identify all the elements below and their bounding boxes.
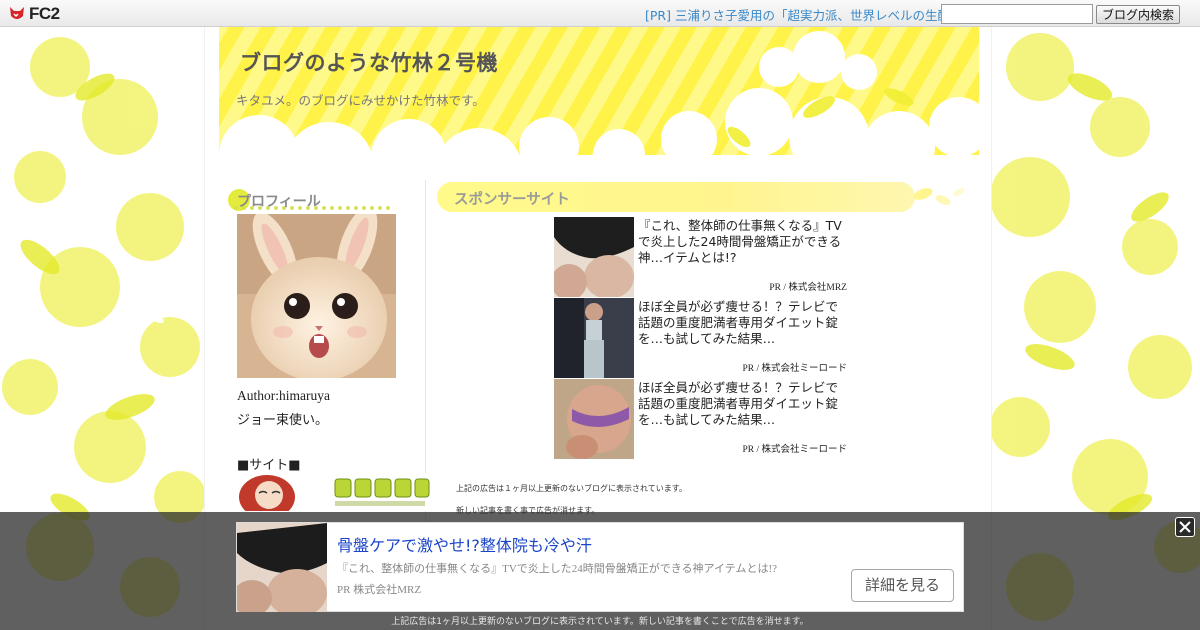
ad-source: PR / 株式会社MRZ	[769, 283, 847, 293]
close-button[interactable]	[1175, 517, 1195, 537]
main-content: スポンサーサイト 『これ、整体師の仕事無くなる』TVで炎上した24時間骨盤矯正が…	[437, 180, 967, 520]
leaf-decoration-icon	[913, 188, 965, 205]
blog-description: キタユメ。のブログにみせかけた竹林です。	[236, 93, 485, 108]
ad-source: PR / 株式会社ミーロード	[742, 364, 847, 374]
sponsor-ad[interactable]: ほぼ全員が必ず痩せる！？テレビで話題の重度肥満者専用ダイエット錠を…も試してみた…	[554, 379, 849, 460]
fc2-logo[interactable]: FC2	[8, 4, 60, 24]
overlay-ad-thumbnail[interactable]	[237, 523, 327, 612]
sponsor-heading-label: スポンサーサイト	[454, 192, 570, 208]
sponsor-heading: スポンサーサイト	[437, 182, 915, 212]
author-description: ジョー束使い。	[237, 413, 329, 428]
dotted-divider	[232, 206, 392, 210]
close-icon	[1179, 521, 1191, 533]
ad-thumbnail[interactable]	[554, 217, 634, 297]
site-heading: ■サイト■	[237, 458, 301, 473]
sponsor-ad[interactable]: ほぼ全員が必ず痩せる！？テレビで話題の重度肥満者専用ダイエット錠を…も試してみた…	[554, 298, 849, 379]
ad-title[interactable]: 『これ、整体師の仕事無くなる』TVで炎上した24時間骨盤矯正ができる神…イテムと…	[638, 218, 848, 266]
blog-search-input[interactable]	[941, 4, 1093, 24]
ad-notice: 上記の広告は１ヶ月以上更新のないブログに表示されています。	[456, 484, 687, 493]
ad-source: PR / 株式会社ミーロード	[742, 445, 847, 455]
overlay-ad-card[interactable]: 骨盤ケアで激やせ!?整体院も冷や汗 『これ、整体師の仕事無くなる』TVで炎上した…	[236, 522, 964, 612]
overlay-ad-text: 『これ、整体師の仕事無くなる』TVで炎上した24時間骨盤矯正ができる神アイテムと…	[337, 563, 777, 575]
overlay-ad-notice: 上記広告は1ヶ月以上更新のないブログに表示されています。新しい記事を書くことで広…	[391, 617, 809, 627]
fc2-fox-icon	[10, 7, 24, 19]
pr-ad-link[interactable]: [PR] 三浦りさ子愛用の「超実力派、世界レベルの生酵	[645, 5, 950, 24]
ad-title[interactable]: ほぼ全員が必ず痩せる！？テレビで話題の重度肥満者専用ダイエット錠を…も試してみた…	[638, 380, 848, 428]
ad-title[interactable]: ほぼ全員が必ず痩せる！？テレビで話題の重度肥満者専用ダイエット錠を…も試してみた…	[638, 299, 848, 347]
fc2-toolbar: FC2 [PR] 三浦りさ子愛用の「超実力派、世界レベルの生酵 ブログ内検索	[0, 0, 1200, 27]
profile-avatar	[237, 214, 396, 378]
overlay-ad-source: PR 株式会社MRZ	[337, 584, 422, 596]
fc2-logo-text: FC2	[29, 4, 60, 23]
details-button[interactable]: 詳細を見る	[851, 569, 954, 602]
ad-thumbnail[interactable]	[554, 379, 634, 459]
blog-search-button[interactable]: ブログ内検索	[1096, 5, 1180, 24]
overlay-ad-title[interactable]: 骨盤ケアで激やせ!?整体院も冷や汗	[337, 532, 592, 556]
ad-thumbnail[interactable]	[554, 298, 634, 378]
blog-header: ブログのような竹林２号機 キタユメ。のブログにみせかけた竹林です。	[219, 27, 979, 155]
author-name: Author:himaruya	[237, 388, 330, 403]
bottom-overlay-ad: 骨盤ケアで激やせ!?整体院も冷や汗 『これ、整体師の仕事無くなる』TVで炎上した…	[0, 512, 1200, 630]
sponsor-ad[interactable]: 『これ、整体師の仕事無くなる』TVで炎上した24時間骨盤矯正ができる神…イテムと…	[554, 217, 849, 298]
blog-title[interactable]: ブログのような竹林２号機	[240, 47, 498, 77]
kitayume-site-banner[interactable]	[237, 473, 432, 511]
